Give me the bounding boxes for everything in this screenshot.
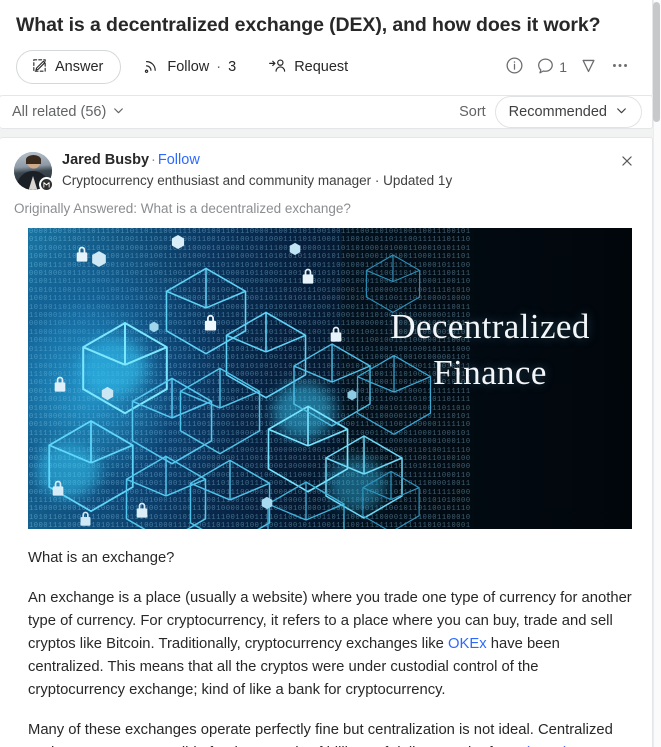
question-header-card: What is a decentralized exchange (DEX), … <box>0 0 653 98</box>
quora-question-page: What is a decentralized exchange (DEX), … <box>0 0 661 747</box>
answer-button[interactable]: Answer <box>16 50 122 85</box>
paragraph-text: Many of these exchanges operate perfectl… <box>28 722 613 747</box>
all-related-label: All related (56) <box>12 104 107 120</box>
author-name[interactable]: Jared Busby <box>62 152 149 168</box>
request-answer-button[interactable]: Request <box>258 50 358 84</box>
answer-author-row: Jared Busby · Follow Cryptocurrency enthus… <box>14 150 638 192</box>
image-headline-line1: Decentralized <box>390 307 590 346</box>
hex-dot-icon <box>90 250 108 273</box>
hex-dot-icon <box>170 234 186 255</box>
page-scrollbar-thumb[interactable] <box>653 2 660 122</box>
author-separator: · <box>151 152 156 168</box>
answer-paragraph: Many of these exchanges operate perfectl… <box>28 719 636 747</box>
follow-rss-icon <box>143 57 160 78</box>
sort-label: Sort <box>459 104 486 120</box>
more-options-icon <box>610 56 630 78</box>
padlock-icon <box>78 509 93 529</box>
answer-image[interactable]: 0000100100111011110110110111001111010100… <box>28 228 632 529</box>
padlock-icon <box>134 500 150 525</box>
chevron-down-icon <box>615 104 628 121</box>
author-name-line: Jared Busby · Follow <box>62 151 638 169</box>
close-answer-button[interactable] <box>616 152 638 174</box>
hex-dot-icon <box>148 320 160 338</box>
image-headline-line2: Finance <box>433 353 547 392</box>
follow-question-button[interactable]: Follow · 3 <box>133 50 246 84</box>
answer-paragraph: An exchange is a place (usually a websit… <box>28 587 636 702</box>
author-credential: Cryptocurrency enthusiast and community … <box>62 173 453 188</box>
pencil-icon <box>31 57 48 78</box>
padlock-icon <box>328 324 344 349</box>
credential-badge-icon <box>39 177 54 192</box>
comment-count: 1 <box>559 59 567 76</box>
avatar-photo-detail <box>26 155 41 164</box>
info-icon <box>505 56 524 78</box>
avatar-wrapper[interactable] <box>14 152 54 192</box>
sort-select[interactable]: Recommended <box>494 96 642 128</box>
more-options-button[interactable] <box>604 52 636 82</box>
answer-card: Jared Busby · Follow Cryptocurrency enthus… <box>0 137 653 747</box>
follow-separator: · <box>216 59 222 76</box>
page-title: What is a decentralized exchange (DEX), … <box>16 14 601 36</box>
question-info-button[interactable] <box>499 52 530 82</box>
padlock-icon <box>300 266 316 291</box>
follow-author-link[interactable]: Follow <box>158 152 200 168</box>
follow-count: 3 <box>228 59 237 76</box>
answer-sort-bar: All related (56) Sort Recommended <box>0 95 653 129</box>
sort-select-value: Recommended <box>508 104 607 120</box>
padlock-icon <box>74 244 90 269</box>
okex-link[interactable]: OKEx <box>448 636 487 652</box>
answer-body: What is an exchange? An exchange is a pl… <box>28 547 636 747</box>
answer-paragraph: What is an exchange? <box>28 550 175 566</box>
downvote-icon <box>579 56 598 78</box>
page-scrollbar-track[interactable] <box>653 0 661 747</box>
hex-dot-icon <box>346 388 358 406</box>
close-icon <box>620 154 634 173</box>
image-headline: Decentralized Finance <box>361 304 619 396</box>
chevron-down-icon <box>112 104 125 121</box>
blockchain-cube-icon <box>362 470 420 529</box>
hex-dot-icon <box>288 242 302 261</box>
hex-dot-icon <box>260 496 274 515</box>
request-person-icon <box>268 57 287 78</box>
padlock-icon <box>50 478 66 503</box>
question-action-bar: Answer Follow · 3 Request 1 <box>16 50 636 85</box>
padlock-icon <box>52 374 68 399</box>
padlock-icon <box>202 312 219 338</box>
comment-icon <box>536 56 555 78</box>
answer-button-label: Answer <box>55 59 104 76</box>
all-related-dropdown[interactable]: All related (56) <box>12 104 125 121</box>
author-text-block: Jared Busby · Follow Cryptocurrency enthus… <box>62 150 638 190</box>
originally-answered-label: Originally Answered: What is a decentral… <box>14 201 351 216</box>
request-answer-label: Request <box>294 59 349 76</box>
hex-dot-icon <box>100 386 115 406</box>
follow-question-label: Follow <box>167 59 210 76</box>
downvote-button[interactable] <box>573 52 604 82</box>
question-comment-button[interactable]: 1 <box>530 52 573 82</box>
